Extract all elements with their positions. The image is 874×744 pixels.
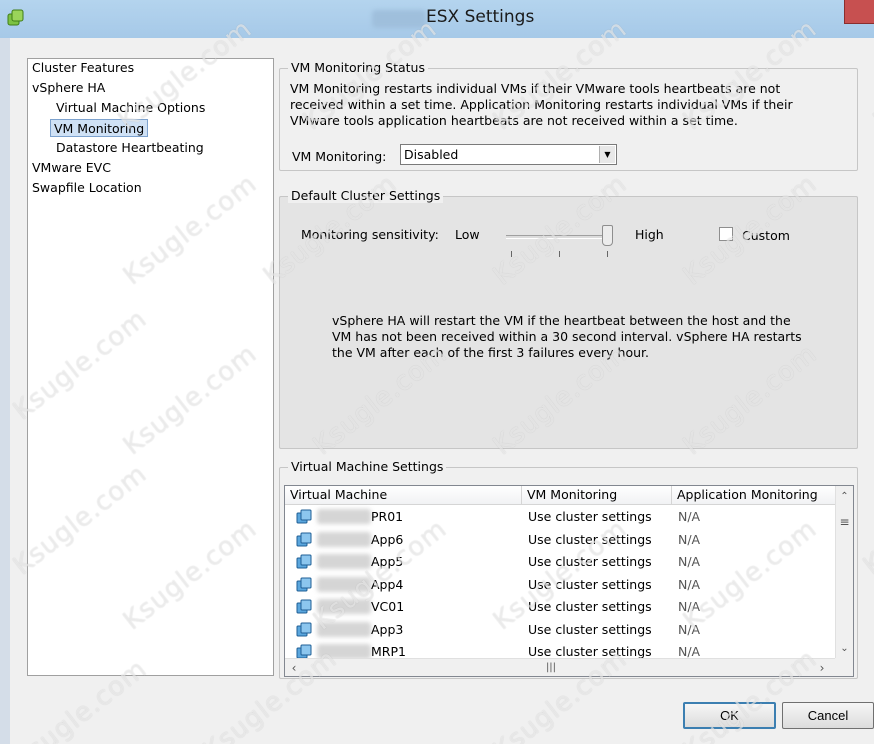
vm-monitoring-cell[interactable]: Use cluster settings	[528, 622, 652, 637]
ok-button[interactable]: OK	[683, 702, 776, 729]
vm-monitoring-status-title: VM Monitoring Status	[288, 60, 428, 75]
vm-name-cell: VC01	[371, 599, 405, 614]
scroll-thumb-grip-icon[interactable]: ≡	[836, 514, 853, 530]
table-row[interactable]: App3 Use cluster settings N/A	[285, 619, 825, 641]
redacted-vm-name-prefix	[317, 621, 371, 637]
redacted-vm-name-prefix	[317, 509, 371, 524]
table-row[interactable]: PR01 Use cluster settings N/A	[285, 506, 825, 528]
virtual-machine-icon	[296, 532, 312, 546]
virtual-machine-icon	[296, 622, 312, 636]
nav-item-virtual-machine-options[interactable]: Virtual Machine Options	[56, 99, 205, 117]
vm-monitoring-status-group: VM Monitoring Status VM Monitoring resta…	[279, 60, 858, 171]
vm-name-cell: PR01	[371, 509, 404, 524]
scroll-up-icon[interactable]: ⌃	[836, 488, 853, 504]
virtual-machine-icon	[296, 509, 312, 524]
vm-name-cell: App4	[371, 576, 404, 592]
redacted-vm-name-prefix	[317, 531, 371, 547]
settings-nav-tree: Cluster Features vSphere HA Virtual Mach…	[27, 58, 274, 676]
horizontal-scrollbar[interactable]: ‹ ||| ›	[285, 658, 837, 676]
column-header-virtual-machine[interactable]: Virtual Machine	[285, 486, 522, 505]
nav-item-swapfile-location[interactable]: Swapfile Location	[32, 179, 142, 197]
vm-monitoring-description: VM Monitoring restarts individual VMs if…	[290, 81, 793, 128]
vm-monitoring-cell[interactable]: Use cluster settings	[528, 509, 652, 524]
vm-name-cell: MRP1	[371, 644, 406, 659]
scrollbar-corner	[835, 658, 853, 676]
column-header-vm-monitoring[interactable]: VM Monitoring	[522, 486, 672, 505]
redacted-vm-name-prefix	[317, 599, 371, 614]
app-monitoring-cell[interactable]: N/A	[678, 599, 700, 614]
default-cluster-settings-group: Default Cluster Settings Monitoring sens…	[279, 188, 858, 449]
scroll-down-icon[interactable]: ⌄	[836, 640, 853, 656]
vm-settings-table: Virtual Machine VM Monitoring Applicatio…	[284, 485, 854, 677]
redacted-vm-name-prefix	[317, 554, 371, 569]
vm-monitoring-cell[interactable]: Use cluster settings	[528, 532, 652, 547]
nav-item-vsphere-ha[interactable]: vSphere HA	[32, 79, 105, 97]
vm-monitoring-cell[interactable]: Use cluster settings	[528, 599, 652, 614]
vm-monitoring-cell[interactable]: Use cluster settings	[528, 644, 652, 659]
vm-monitoring-selected-value: Disabled	[404, 147, 459, 162]
vm-name-cell: App5	[371, 554, 404, 569]
vertical-scrollbar[interactable]: ⌃ ≡ ⌄	[835, 486, 853, 658]
scroll-left-icon[interactable]: ‹	[287, 659, 301, 676]
nav-item-datastore-heartbeating[interactable]: Datastore Heartbeating	[56, 139, 204, 157]
slider-thumb[interactable]	[602, 225, 613, 246]
cancel-button[interactable]: Cancel	[782, 702, 874, 729]
table-row[interactable]: App4 Use cluster settings N/A	[285, 574, 825, 596]
monitoring-sensitivity-label: Monitoring sensitivity:	[301, 227, 439, 242]
table-row[interactable]: App5 Use cluster settings N/A	[285, 551, 825, 573]
custom-checkbox[interactable]	[719, 227, 733, 241]
dialog-body: Cluster Features vSphere HA Virtual Mach…	[10, 38, 874, 744]
app-monitoring-cell[interactable]: N/A	[678, 509, 700, 524]
vsphere-app-icon	[7, 9, 24, 26]
app-monitoring-cell[interactable]: N/A	[678, 622, 700, 637]
custom-checkbox-label: Custom	[742, 228, 790, 243]
virtual-machine-icon	[296, 599, 312, 614]
sensitivity-high-label: High	[635, 227, 664, 242]
nav-item-vmware-evc[interactable]: VMware EVC	[32, 159, 111, 177]
table-row[interactable]: App6 Use cluster settings N/A	[285, 529, 825, 551]
slider-tick	[607, 251, 608, 257]
window-title: ESX Settings	[426, 7, 535, 27]
virtual-machine-icon	[296, 577, 312, 591]
nav-item-vm-monitoring[interactable]: VM Monitoring	[50, 119, 149, 137]
column-header-application-monitoring[interactable]: Application Monitoring	[672, 486, 836, 505]
cluster-settings-description: vSphere HA will restart the VM if the he…	[332, 313, 802, 360]
virtual-machine-settings-group: Virtual Machine Settings Virtual Machine…	[279, 459, 858, 679]
virtual-machine-settings-title: Virtual Machine Settings	[288, 459, 447, 474]
scroll-thumb-grip-icon[interactable]: |||	[541, 659, 561, 676]
redacted-vm-name-prefix	[317, 576, 371, 592]
chevron-down-icon[interactable]: ▼	[599, 146, 615, 163]
redacted-vm-name-prefix	[317, 644, 371, 659]
table-row[interactable]: VC01 Use cluster settings N/A	[285, 596, 825, 618]
title-bar: ESX Settings	[0, 0, 874, 38]
redacted-title-prefix	[372, 10, 426, 28]
app-monitoring-cell[interactable]: N/A	[678, 554, 700, 569]
vm-name-cell: App3	[371, 621, 404, 637]
vm-monitoring-select[interactable]: Disabled ▼	[400, 144, 617, 165]
nav-item-cluster-features[interactable]: Cluster Features	[32, 59, 134, 77]
vm-monitoring-cell[interactable]: Use cluster settings	[528, 577, 652, 592]
close-button[interactable]	[844, 0, 874, 24]
app-monitoring-cell[interactable]: N/A	[678, 644, 700, 659]
monitoring-sensitivity-slider[interactable]	[502, 225, 620, 257]
vm-monitoring-cell[interactable]: Use cluster settings	[528, 554, 652, 569]
sensitivity-low-label: Low	[455, 227, 480, 242]
virtual-machine-icon	[296, 554, 312, 569]
app-monitoring-cell[interactable]: N/A	[678, 577, 700, 592]
scroll-right-icon[interactable]: ›	[815, 659, 829, 676]
slider-tick	[511, 251, 512, 257]
app-monitoring-cell[interactable]: N/A	[678, 532, 700, 547]
default-cluster-settings-title: Default Cluster Settings	[288, 188, 444, 203]
slider-track	[506, 235, 610, 239]
slider-tick	[559, 251, 560, 257]
vm-monitoring-label: VM Monitoring:	[292, 149, 387, 164]
vm-name-cell: App6	[371, 531, 404, 547]
